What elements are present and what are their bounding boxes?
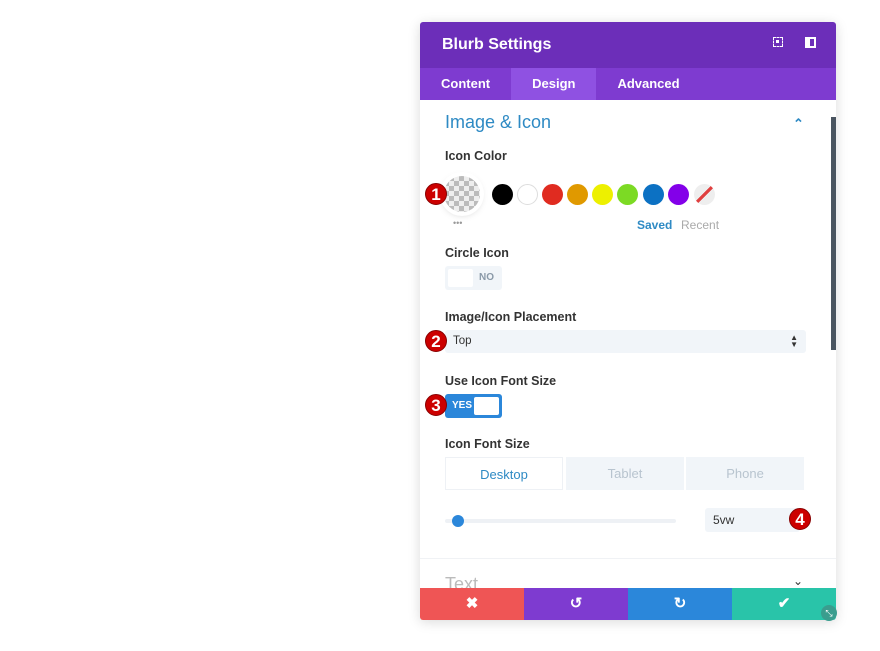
swatch-green[interactable] bbox=[617, 184, 638, 205]
section-title-image-icon[interactable]: Image & Icon bbox=[445, 112, 551, 133]
tab-advanced[interactable]: Advanced bbox=[596, 68, 700, 100]
icon-font-size-label: Icon Font Size bbox=[445, 437, 530, 451]
undo-icon: ↺ bbox=[569, 595, 583, 612]
swatch-none-icon[interactable] bbox=[694, 184, 715, 205]
device-tab-tablet[interactable]: Tablet bbox=[566, 457, 684, 490]
chevron-down-icon[interactable]: ⌄ bbox=[793, 574, 803, 588]
cancel-button[interactable]: ✖ bbox=[420, 588, 524, 620]
swatch-orange[interactable] bbox=[567, 184, 588, 205]
fullscreen-icon[interactable] bbox=[771, 37, 785, 51]
toggle-state-text: NO bbox=[479, 272, 494, 283]
section-divider bbox=[420, 558, 836, 559]
font-size-slider-handle[interactable] bbox=[452, 515, 464, 527]
icon-color-label: Icon Color bbox=[445, 149, 507, 163]
swatch-red[interactable] bbox=[542, 184, 563, 205]
step-badge-3: 3 bbox=[425, 394, 447, 416]
use-icon-font-size-label: Use Icon Font Size bbox=[445, 374, 557, 388]
blurb-settings-panel: Blurb Settings Content Design Advanced I… bbox=[420, 22, 836, 620]
placement-label: Image/Icon Placement bbox=[445, 310, 577, 324]
scrollbar[interactable] bbox=[831, 117, 836, 350]
swatch-yellow[interactable] bbox=[592, 184, 613, 205]
placement-select[interactable]: Top ▲ ▼ bbox=[445, 330, 806, 353]
swatch-white[interactable] bbox=[517, 184, 538, 205]
device-tab-phone[interactable]: Phone bbox=[686, 457, 804, 490]
panel-title: Blurb Settings bbox=[442, 36, 552, 53]
select-arrows-icon: ▲ ▼ bbox=[790, 333, 798, 349]
sidebar-toggle-icon[interactable] bbox=[803, 37, 817, 51]
redo-icon: ↻ bbox=[673, 595, 687, 612]
saved-colors-tab[interactable]: Saved bbox=[637, 218, 672, 232]
swatch-black[interactable] bbox=[492, 184, 513, 205]
recent-colors-tab[interactable]: Recent bbox=[681, 218, 719, 232]
tab-content[interactable]: Content bbox=[420, 68, 511, 100]
chevron-up-icon[interactable]: ⌃ bbox=[793, 116, 804, 132]
close-icon: ✖ bbox=[465, 595, 479, 612]
resize-handle-icon[interactable]: ⤡ bbox=[821, 605, 837, 621]
tab-design[interactable]: Design bbox=[511, 68, 597, 100]
font-size-input[interactable]: 5vw bbox=[705, 508, 800, 532]
color-picker-eyedropper[interactable] bbox=[444, 176, 480, 212]
more-colors-icon[interactable]: ••• bbox=[453, 218, 462, 228]
placement-value: Top bbox=[453, 335, 472, 347]
use-icon-font-size-toggle[interactable]: YES bbox=[445, 394, 502, 418]
font-size-slider-track[interactable] bbox=[445, 519, 676, 523]
step-badge-1: 1 bbox=[425, 183, 447, 205]
undo-button[interactable]: ↺ bbox=[524, 588, 628, 620]
step-badge-2: 2 bbox=[425, 330, 447, 352]
circle-icon-toggle[interactable]: NO bbox=[445, 266, 502, 290]
tab-bar: Content Design Advanced bbox=[420, 68, 836, 100]
panel-header: Blurb Settings bbox=[420, 22, 836, 68]
toggle-state-text: YES bbox=[452, 400, 473, 411]
step-badge-4: 4 bbox=[789, 508, 811, 530]
device-tab-desktop[interactable]: Desktop bbox=[445, 457, 563, 490]
swatch-purple[interactable] bbox=[668, 184, 689, 205]
redo-button[interactable]: ↻ bbox=[628, 588, 732, 620]
circle-icon-label: Circle Icon bbox=[445, 246, 509, 260]
check-icon: ✔ bbox=[777, 595, 791, 612]
swatch-blue[interactable] bbox=[643, 184, 664, 205]
font-size-value: 5vw bbox=[713, 513, 735, 527]
